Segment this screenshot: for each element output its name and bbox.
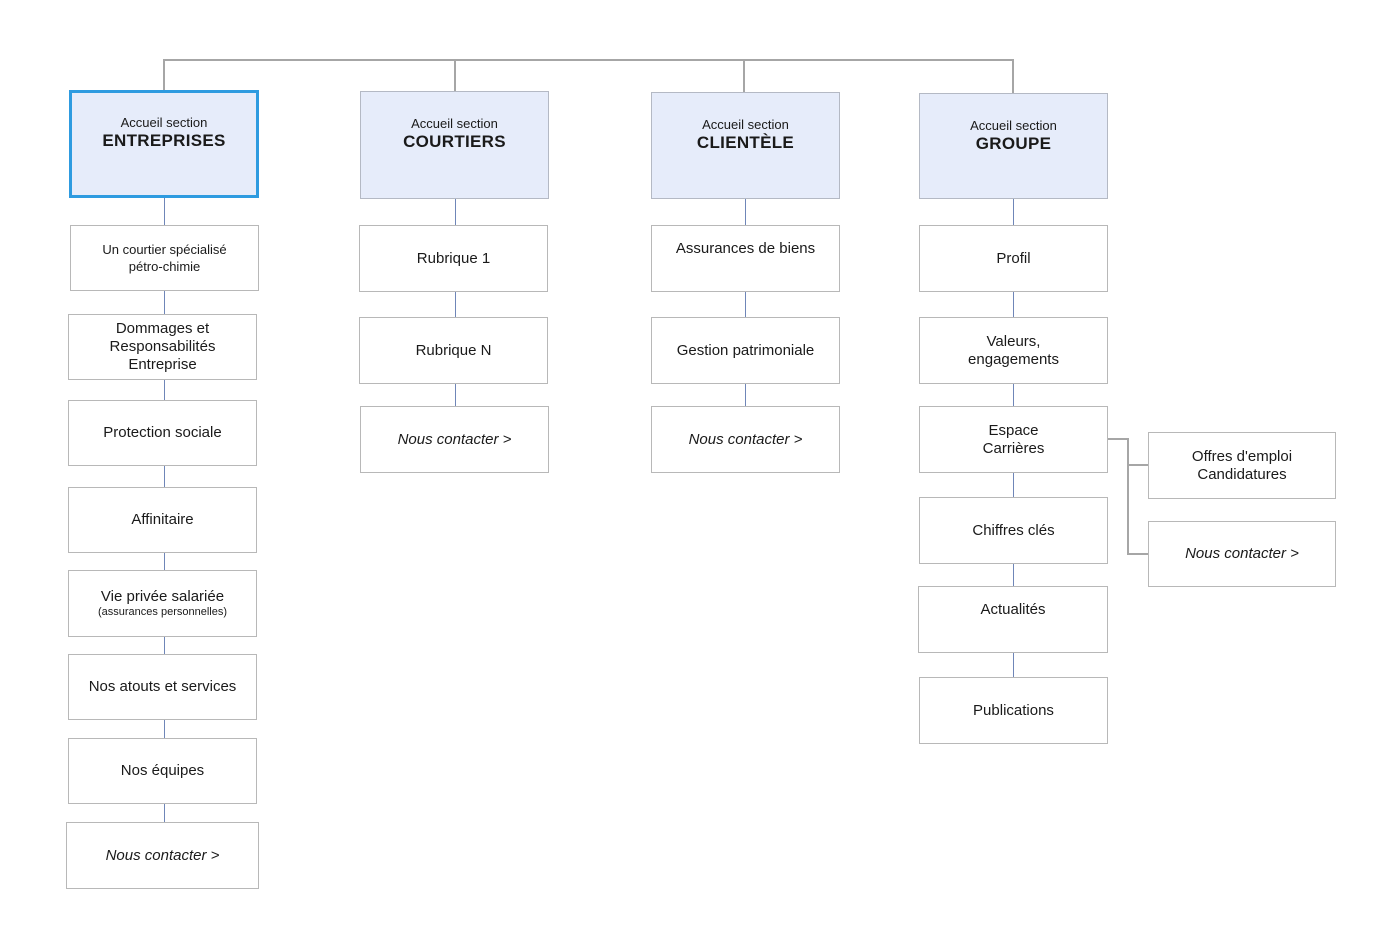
connector [1013,564,1014,586]
node-nous-contacter-entreprises[interactable]: Nous contacter > [66,822,259,889]
node-chiffres-cles[interactable]: Chiffres clés [919,497,1108,564]
node-label: Assurances de biens [675,240,816,257]
node-gestion-patrimoniale[interactable]: Gestion patrimoniale [651,317,840,384]
node-label: Valeurs, [986,332,1041,350]
connector [1013,199,1014,225]
node-note: (assurances personnelles) [97,606,227,618]
node-label: Candidatures [1197,465,1287,483]
node-label: Protection sociale [103,424,222,441]
node-label: Actualités [980,601,1046,618]
sitemap-diagram: Accueil section ENTREPRISES Un courtier … [0,0,1400,941]
connector [164,637,165,654]
node-rubrique-1[interactable]: Rubrique 1 [359,225,548,292]
branch-connector-h1 [1108,438,1128,440]
node-rubrique-n[interactable]: Rubrique N [359,317,548,384]
connector [164,720,165,738]
node-label: Gestion patrimoniale [676,341,815,359]
node-assurances-biens[interactable]: Assurances de biens [651,225,840,292]
node-label: Chiffres clés [972,521,1055,539]
node-nos-equipes[interactable]: Nos équipes [68,738,257,804]
branch-connector-h3 [1127,553,1148,555]
node-label: Publications [973,701,1054,719]
node-label: Nous contacter > [1185,545,1299,562]
node-profil[interactable]: Profil [919,225,1108,292]
node-courtier-petrochimie[interactable]: Un courtier spécialisé pétro-chimie [70,225,259,291]
node-label: Nous contacter > [397,430,512,448]
top-connector [164,59,1014,61]
node-label: Nos équipes [120,762,205,779]
node-dommages-responsabilites[interactable]: Dommages et Responsabilités Entreprise [68,314,257,380]
connector [164,198,165,225]
node-label: Offres d'emploi [1191,447,1293,465]
header-main: COURTIERS [403,132,506,151]
connector [745,292,746,317]
connector [164,466,165,487]
header-main: ENTREPRISES [102,131,226,150]
node-affinitaire[interactable]: Affinitaire [68,487,257,553]
connector [164,553,165,570]
node-label: Entreprise [128,356,197,373]
connector [455,199,456,225]
node-label: Responsabilités [109,338,216,355]
section-header-entreprises[interactable]: Accueil section ENTREPRISES [69,90,259,198]
drop-connector-courtiers [454,59,456,92]
node-actualites[interactable]: Actualités [918,586,1108,653]
connector [455,292,456,317]
drop-connector-groupe [1012,59,1014,94]
connector [1013,292,1014,317]
node-label: Espace [988,421,1039,439]
node-atouts-services[interactable]: Nos atouts et services [68,654,257,720]
connector [164,291,165,314]
branch-connector-v [1127,438,1129,554]
connector [745,199,746,225]
node-valeurs-engagements[interactable]: Valeurs, engagements [919,317,1108,384]
node-offres-emploi[interactable]: Offres d'emploi Candidatures [1148,432,1336,499]
node-label: Rubrique N [415,341,492,359]
node-nous-contacter-courtiers[interactable]: Nous contacter > [360,406,549,473]
drop-connector-clientele [743,59,745,93]
node-label: Profil [996,249,1031,267]
node-espace-carrieres[interactable]: Espace Carrières [919,406,1108,473]
connector [745,384,746,406]
node-protection-sociale[interactable]: Protection sociale [68,400,257,466]
node-label: Un courtier spécialisé [102,242,227,257]
header-main: GROUPE [975,134,1052,153]
branch-connector-h2 [1127,464,1148,466]
drop-connector-entreprises [163,59,165,91]
node-publications[interactable]: Publications [919,677,1108,744]
connector [1013,473,1014,497]
section-header-clientele[interactable]: Accueil section CLIENTÈLE [651,92,840,199]
connector [455,384,456,406]
connector [164,804,165,822]
header-sub: Accueil section [970,118,1057,133]
node-vie-privee-salariee[interactable]: Vie privée salariée (assurances personne… [68,570,257,637]
node-label: Nos atouts et services [88,678,237,695]
node-label: Vie privée salariée [100,588,225,605]
connector [164,380,165,400]
header-main: CLIENTÈLE [696,133,795,152]
header-sub: Accueil section [120,115,208,130]
node-nous-contacter-clientele[interactable]: Nous contacter > [651,406,840,473]
node-label: Dommages et [115,320,210,337]
section-header-courtiers[interactable]: Accueil section COURTIERS [360,91,549,199]
node-label: Affinitaire [131,511,194,528]
node-label: Nous contacter > [688,430,803,448]
node-label: Nous contacter > [105,846,220,864]
connector [1013,653,1014,677]
header-sub: Accueil section [702,117,789,132]
node-label: Rubrique 1 [416,249,491,267]
node-label: Carrières [982,439,1045,457]
node-label: engagements [968,350,1059,368]
node-label: pétro-chimie [128,259,201,274]
node-nous-contacter-groupe[interactable]: Nous contacter > [1148,521,1336,587]
section-header-groupe[interactable]: Accueil section GROUPE [919,93,1108,199]
header-sub: Accueil section [411,116,498,131]
connector [1013,384,1014,406]
